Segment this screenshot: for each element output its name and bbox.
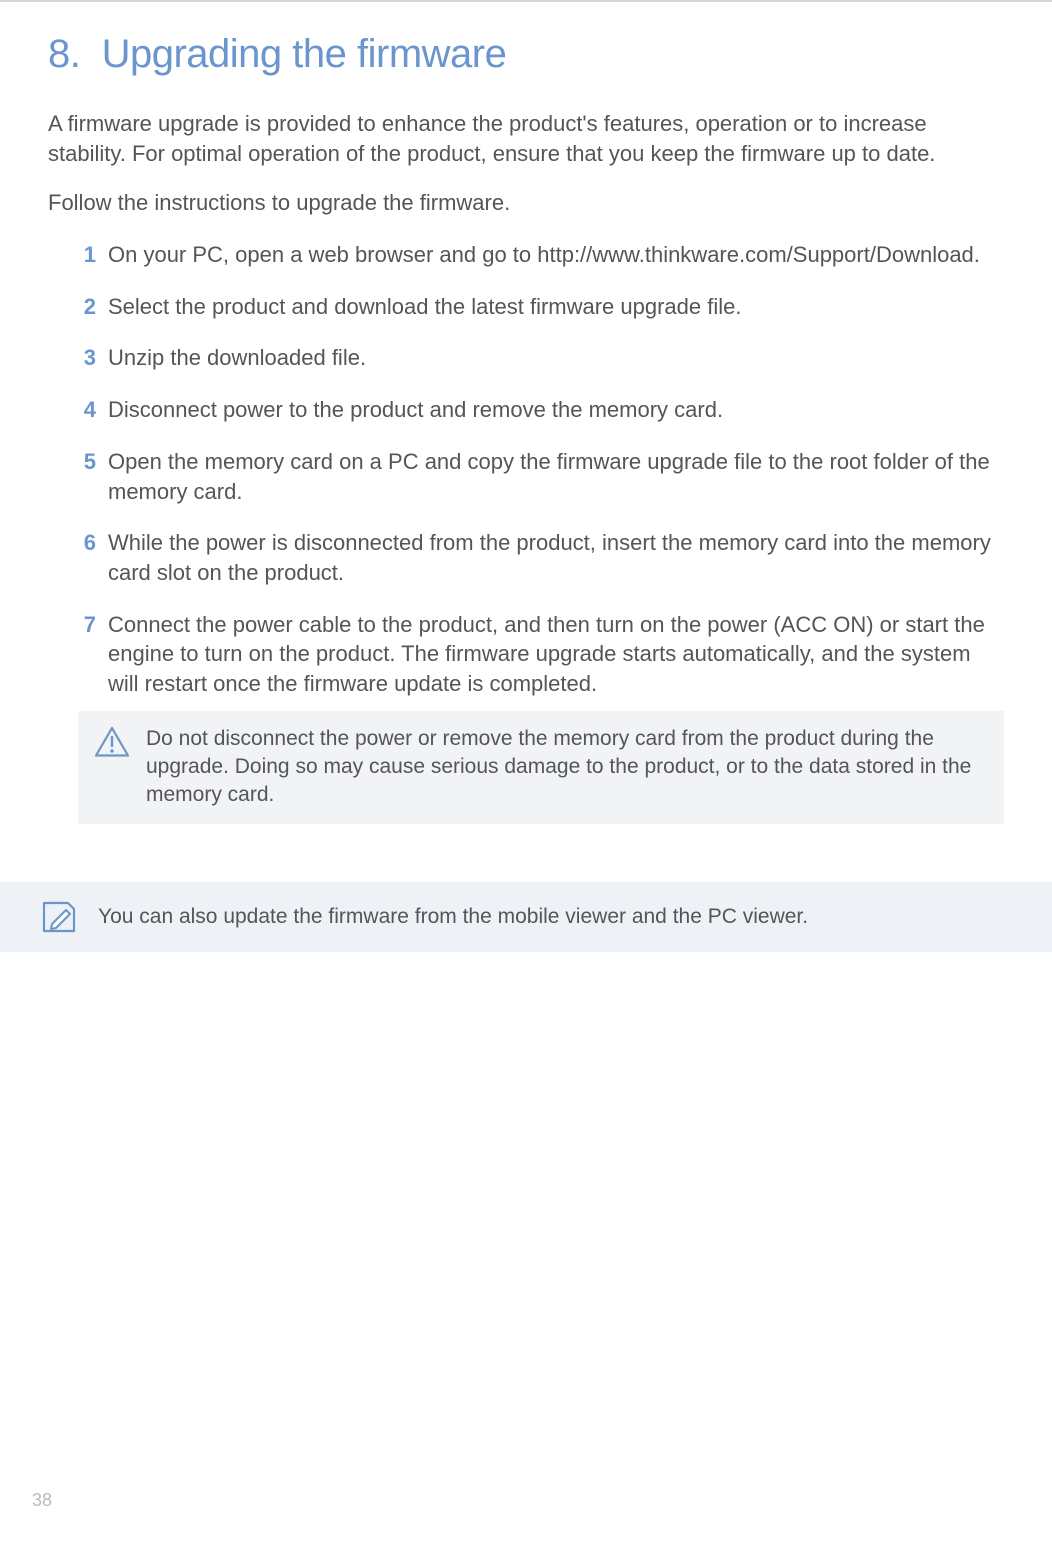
list-item: 5 Open the memory card on a PC and copy …: [78, 447, 1004, 506]
section-heading: 8. Upgrading the firmware: [48, 32, 1004, 77]
list-item: 7 Connect the power cable to the product…: [78, 610, 1004, 824]
step-number: 3: [78, 343, 96, 373]
list-item: 1 On your PC, open a web browser and go …: [78, 240, 1004, 270]
warning-text: Do not disconnect the power or remove th…: [146, 725, 984, 810]
step-text: Open the memory card on a PC and copy th…: [108, 447, 1004, 506]
step-text: Disconnect power to the product and remo…: [108, 395, 1004, 425]
top-divider: [0, 0, 1052, 2]
step-number: 7: [78, 610, 96, 640]
page-number: 38: [32, 1490, 52, 1511]
list-item: 4 Disconnect power to the product and re…: [78, 395, 1004, 425]
list-item: 3 Unzip the downloaded file.: [78, 343, 1004, 373]
step-number: 5: [78, 447, 96, 477]
list-item: 6 While the power is disconnected from t…: [78, 528, 1004, 587]
note-text: You can also update the firmware from th…: [98, 905, 808, 929]
step-text: Connect the power cable to the product, …: [108, 610, 1004, 699]
follow-paragraph: Follow the instructions to upgrade the f…: [48, 188, 1004, 218]
heading-title: Upgrading the firmware: [102, 32, 507, 76]
step-text: Select the product and download the late…: [108, 292, 1004, 322]
note-icon: [40, 900, 80, 934]
step-number: 6: [78, 528, 96, 558]
note-callout: You can also update the firmware from th…: [0, 882, 1052, 952]
step-text: While the power is disconnected from the…: [108, 528, 1004, 587]
warning-callout: Do not disconnect the power or remove th…: [78, 711, 1004, 824]
step-number: 2: [78, 292, 96, 322]
warning-icon: [92, 725, 132, 757]
intro-paragraph: A firmware upgrade is provided to enhanc…: [48, 109, 1004, 168]
step-text: Unzip the downloaded file.: [108, 343, 1004, 373]
step-number: 1: [78, 240, 96, 270]
step-number: 4: [78, 395, 96, 425]
list-item: 2 Select the product and download the la…: [78, 292, 1004, 322]
step-text: On your PC, open a web browser and go to…: [108, 240, 1004, 270]
step-list: 1 On your PC, open a web browser and go …: [78, 240, 1004, 824]
page-content: 8. Upgrading the firmware A firmware upg…: [0, 32, 1052, 952]
heading-number: 8.: [48, 32, 80, 76]
